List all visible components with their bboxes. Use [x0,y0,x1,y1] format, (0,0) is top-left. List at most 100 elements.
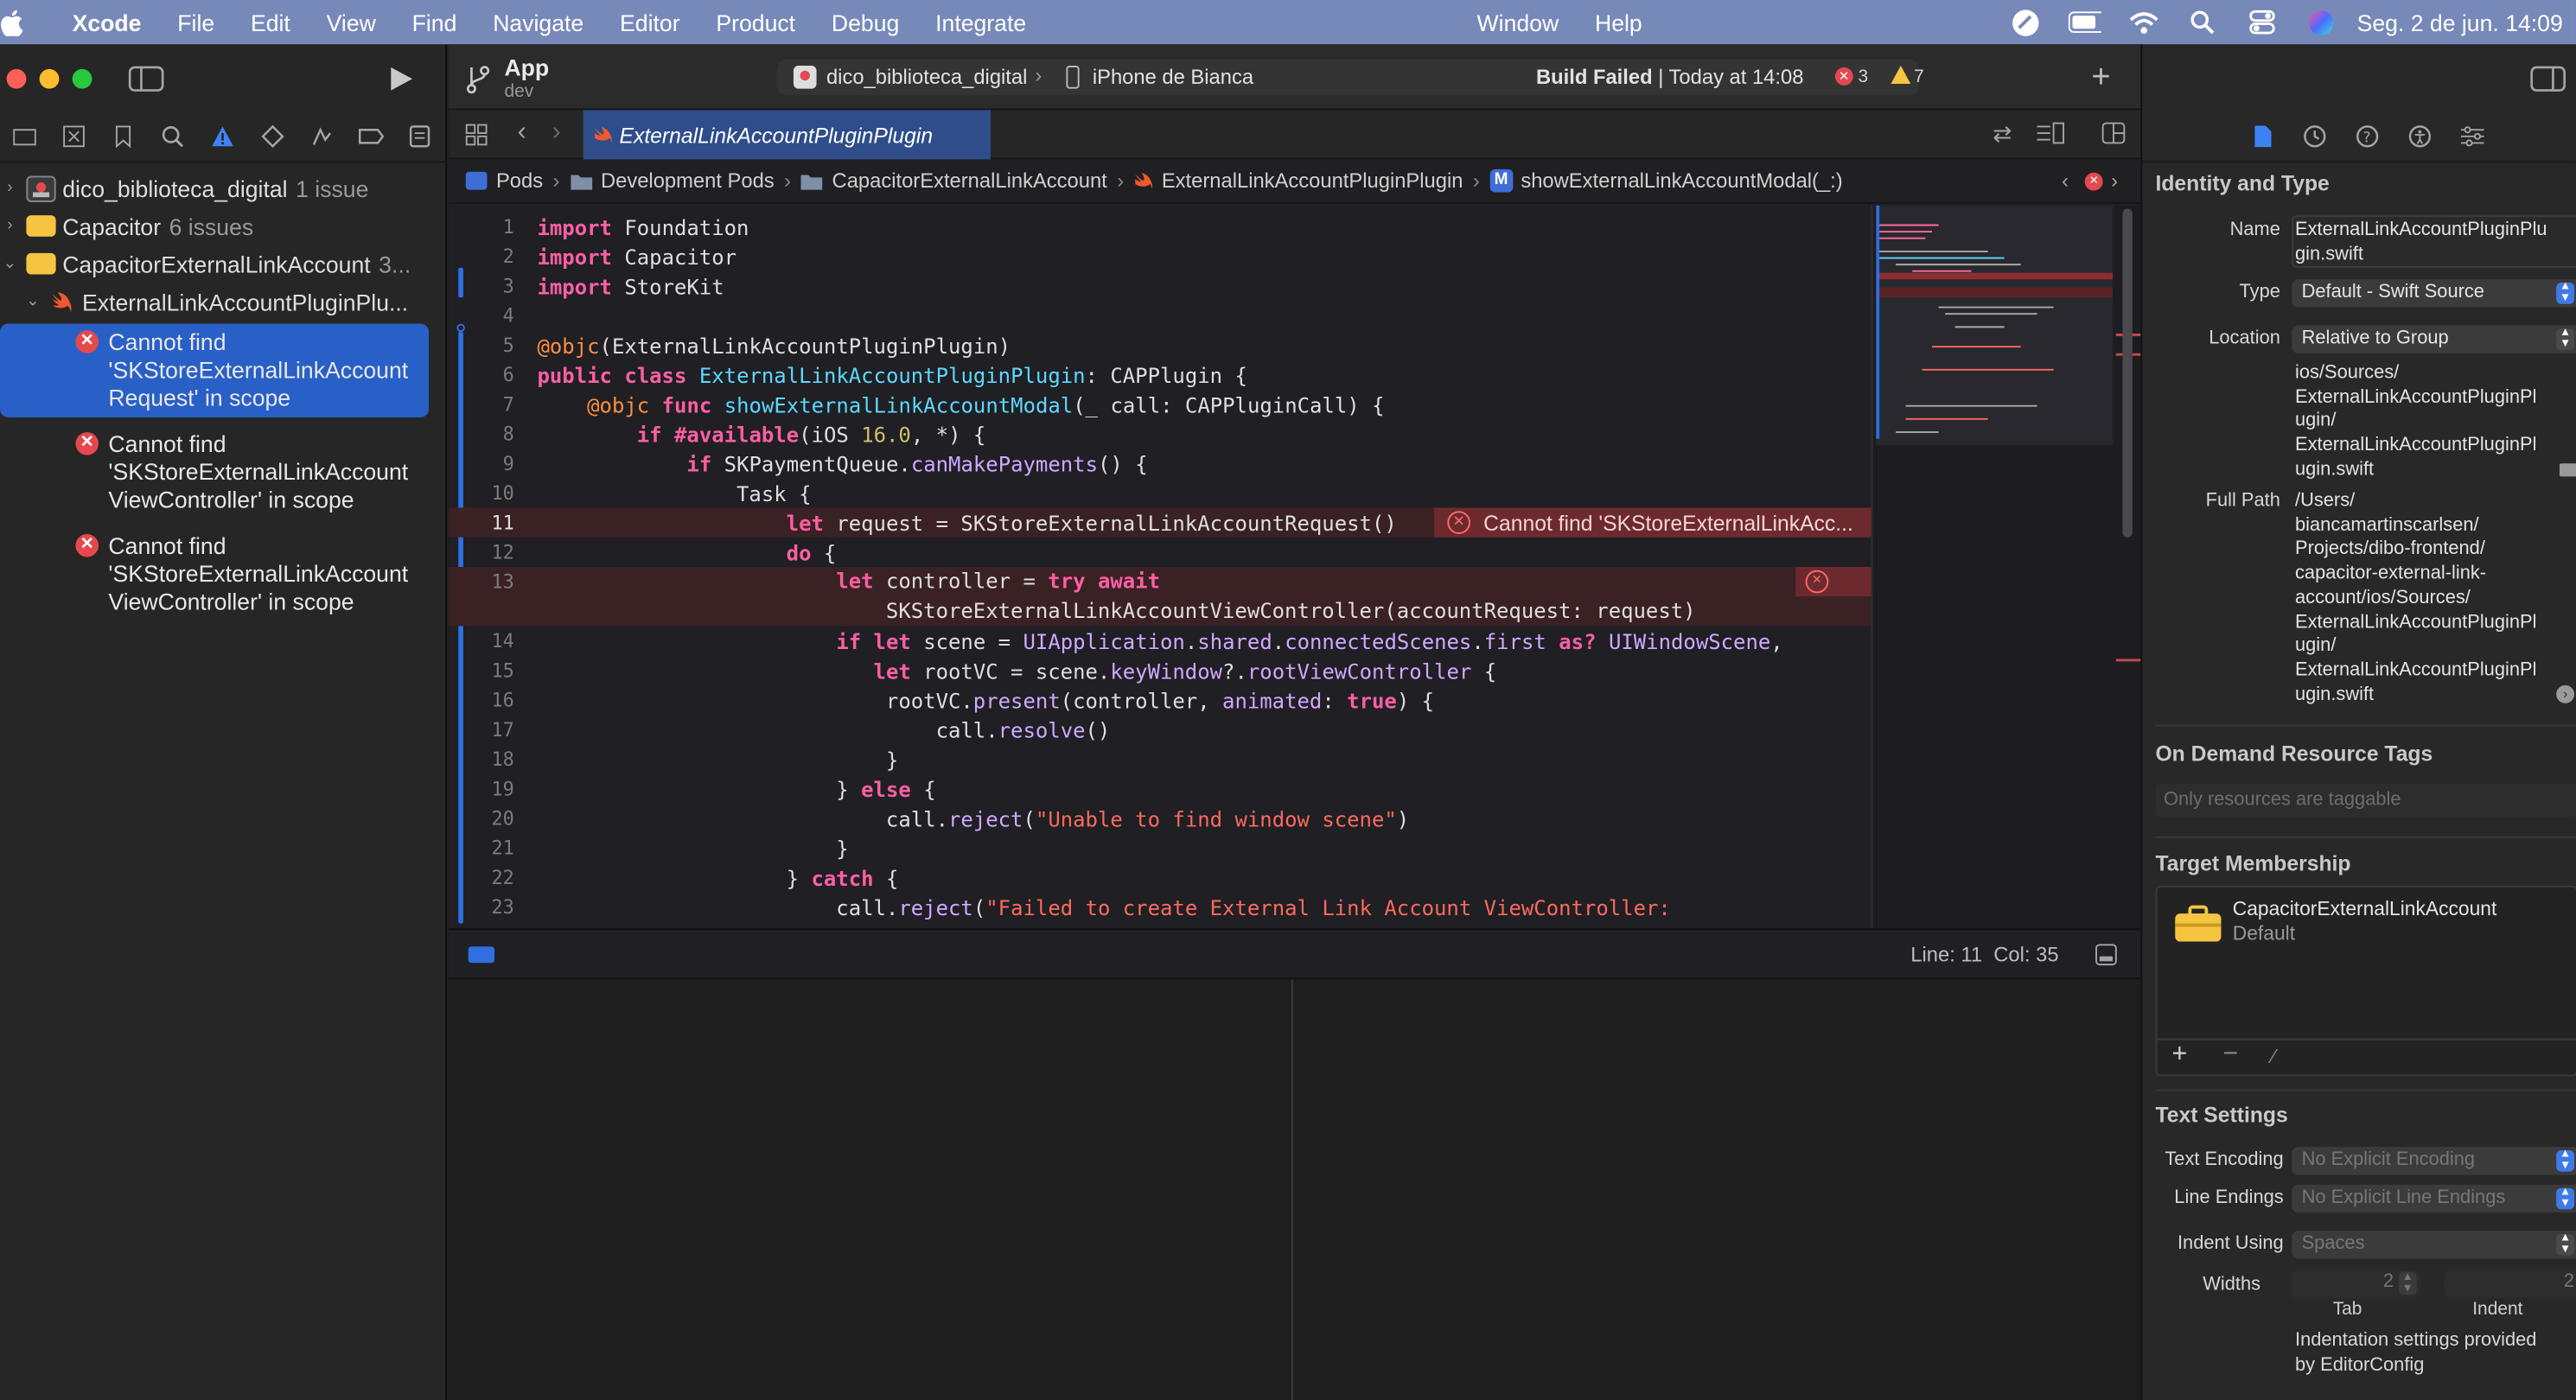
adjust-editor-options-icon[interactable] [2036,122,2065,145]
error-count[interactable]: 3 [1858,67,1868,87]
console-view[interactable] [1295,979,2116,1400]
menu-integrate[interactable]: Integrate [917,9,1044,35]
scheme-destination-project[interactable]: dico_biblioteca_digital [826,66,1027,89]
stage-manager-icon[interactable] [2009,9,2042,35]
add-target-icon[interactable]: + [2171,1040,2187,1070]
menu-help[interactable]: Help [1577,9,1661,35]
jumpbar-item-method[interactable]: showExternalLinkAccountModal(_:) [1521,169,1842,193]
stepper-icon[interactable]: ▲ ▼ [2398,1271,2417,1295]
remove-target-icon[interactable]: − [2222,1040,2238,1070]
tree-row-external-link-account[interactable]: ⌄ CapacitorExternalLinkAccount 3... [0,245,445,283]
indent-using-popup[interactable]: Spaces ▲ ▼ [2292,1231,2576,1259]
related-items-icon[interactable] [465,124,488,147]
on-demand-tags-field[interactable]: Only resources are taggable [2155,783,2576,817]
minimize-window-button[interactable] [39,68,60,89]
scheme-name[interactable]: App [504,54,549,80]
code-review-icon[interactable]: ⇄ [1993,120,2012,148]
location-popup[interactable]: Relative to Group ▲ ▼ [2292,325,2576,353]
error-count-icon[interactable]: ✕ [1834,67,1853,86]
source-editor[interactable]: 1 import Foundation 2 import Capacitor 3 im… [448,205,1871,929]
branch-name[interactable]: dev [504,82,533,102]
chevron-right-icon[interactable]: › [0,217,20,235]
attributes-inspector-icon[interactable] [2459,125,2485,149]
reveal-in-finder-icon[interactable]: › [2556,684,2575,703]
issue-navigator-icon[interactable] [198,124,247,148]
source-control-navigator-icon[interactable] [49,124,99,148]
menu-window[interactable]: Window [1459,9,1577,35]
close-window-button[interactable] [6,68,27,89]
menu-edit[interactable]: Edit [233,9,309,35]
text-encoding-popup[interactable]: No Explicit Encoding ▲ ▼ [2292,1147,2576,1175]
quick-help-icon[interactable]: ? [2356,125,2379,149]
jumpbar-item-pods[interactable]: Pods [496,169,543,193]
report-navigator-icon[interactable] [396,124,445,148]
siri-icon[interactable] [2305,9,2337,35]
inline-error-badge[interactable]: ✕ [1795,566,1871,597]
warning-count-icon[interactable] [1891,66,1911,84]
jumpbar-item-file[interactable]: ExternalLinkAccountPluginPlugin [1162,169,1463,193]
test-navigator-icon[interactable] [247,124,296,148]
menu-find[interactable]: Find [394,9,475,35]
menu-file[interactable]: File [159,9,233,35]
chevron-right-icon[interactable]: › [0,179,20,197]
variables-view[interactable] [449,979,1293,1400]
debug-area-toggle-icon[interactable] [468,946,495,964]
file-inspector-icon[interactable] [2254,125,2272,149]
menu-editor[interactable]: Editor [602,9,698,35]
hide-debug-area-icon[interactable] [2095,943,2118,966]
debug-navigator-icon[interactable] [296,124,346,148]
spotlight-search-icon[interactable] [2186,9,2219,35]
tree-row-swift-file[interactable]: ⌄ ExternalLinkAccountPluginPlu... [0,283,445,321]
issue-item[interactable]: ✕ Cannot find 'SKStoreExternalLinkAccoun… [0,425,429,519]
find-navigator-icon[interactable] [149,124,198,148]
sidebar-toggle-icon[interactable] [128,66,164,92]
menu-debug[interactable]: Debug [813,9,917,35]
edit-target-icon[interactable]: ⁄ [2272,1045,2275,1068]
menu-product[interactable]: Product [698,9,813,35]
tab-external-link-account-plugin[interactable]: ExternalLinkAccountPluginPlugin [583,110,992,160]
battery-icon[interactable] [2068,9,2101,35]
tree-row-project[interactable]: › dico_biblioteca_digital 1 issue [0,169,445,207]
warning-count[interactable]: 7 [1914,67,1924,87]
project-navigator-icon[interactable] [0,125,49,145]
jumpbar-item-group[interactable]: CapacitorExternalLinkAccount [832,169,1107,193]
type-popup[interactable]: Default - Swift Source ▲ ▼ [2292,279,2576,308]
minimap[interactable] [1871,205,2143,929]
next-issue-icon[interactable]: › [2111,169,2118,193]
indent-width-field[interactable]: 2 [2444,1270,2576,1299]
bookmark-navigator-icon[interactable] [99,124,148,148]
menu-clock[interactable]: Seg. 2 de jun. 14:09 [2350,9,2576,35]
wifi-icon[interactable] [2127,9,2160,35]
forward-arrow-icon[interactable]: › [552,118,561,148]
code-line: 3 import StoreKit [449,271,1871,301]
previous-issue-icon[interactable]: ‹ [2062,169,2069,193]
target-item[interactable]: CapacitorExternalLinkAccount Default [2157,897,2576,953]
issue-item[interactable]: ✕ Cannot find 'SKStoreExternalLinkAccoun… [0,323,430,417]
jumpbar-item-development-pods[interactable]: Development Pods [601,169,775,193]
menu-app-name[interactable]: Xcode [56,9,160,35]
run-button-icon[interactable] [388,66,414,92]
zoom-window-button[interactable] [72,68,92,89]
chevron-down-icon[interactable]: ⌄ [0,255,20,273]
choose-folder-icon[interactable] [2559,463,2576,477]
tab-width-field[interactable]: 2 ▲ ▼ [2292,1270,2420,1299]
issue-error-icon[interactable]: ✕ [2084,171,2103,190]
inline-error-message[interactable]: ✕ Cannot find 'SKStoreExternalLinkAcc... [1434,507,1871,538]
inspector-toggle-icon[interactable] [2530,66,2566,92]
chevron-down-icon[interactable]: ⌄ [23,292,43,310]
apple-menu-icon[interactable] [0,9,56,35]
menu-view[interactable]: View [309,9,394,35]
control-center-icon[interactable] [2245,9,2278,35]
issue-item[interactable]: ✕ Cannot find 'SKStoreExternalLinkAccoun… [0,527,429,620]
breakpoint-navigator-icon[interactable] [347,127,396,143]
add-library-icon[interactable]: + [2091,59,2110,97]
split-editor-icon[interactable] [2101,122,2126,145]
history-inspector-icon[interactable] [2304,125,2327,149]
menu-navigate[interactable]: Navigate [475,9,602,35]
line-number: 12 [491,540,514,564]
scheme-destination-device[interactable]: iPhone de Bianca [1093,66,1253,89]
tree-row-capacitor[interactable]: › Capacitor 6 issues [0,207,445,245]
line-endings-popup[interactable]: No Explicit Line Endings ▲ ▼ [2292,1184,2576,1213]
accessibility-inspector-icon[interactable] [2408,125,2432,149]
back-arrow-icon[interactable]: ‹ [518,118,526,148]
